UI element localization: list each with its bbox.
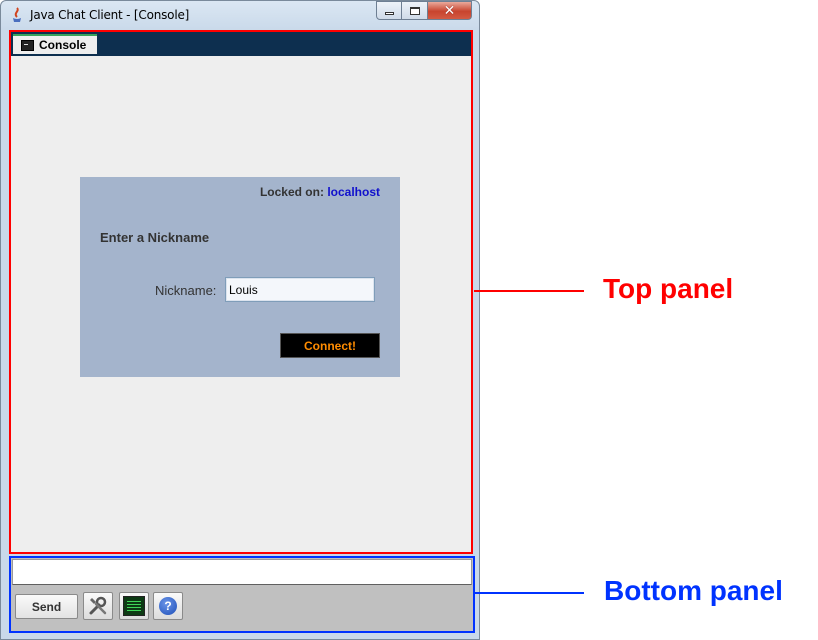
tab-console-label: Console: [39, 38, 87, 52]
minimize-icon: [384, 12, 394, 15]
close-icon: ✕: [443, 2, 456, 19]
top-panel-pointer-line: [474, 290, 584, 292]
tab-console[interactable]: Console: [13, 34, 97, 54]
nickname-input[interactable]: [225, 277, 375, 302]
bottom-panel-pointer-line: [474, 592, 584, 594]
send-button[interactable]: Send: [15, 594, 78, 619]
tools-icon: [89, 596, 107, 615]
nickname-label: Nickname:: [155, 283, 217, 298]
connect-button[interactable]: Connect!: [280, 333, 380, 358]
help-button[interactable]: ?: [153, 592, 183, 620]
title-bar[interactable]: Java Chat Client - [Console] ✕: [1, 1, 479, 29]
top-panel: Console Locked on: localhost Enter a Nic…: [9, 30, 473, 554]
locked-on-text: Locked on: localhost: [260, 185, 380, 199]
settings-button[interactable]: [83, 592, 113, 620]
close-button[interactable]: ✕: [428, 1, 472, 20]
maximize-button[interactable]: [402, 1, 428, 20]
window-controls: ✕: [376, 1, 472, 20]
console-button[interactable]: [119, 592, 149, 620]
nickname-heading: Enter a Nickname: [100, 230, 210, 245]
locked-on-label: Locked on:: [259, 185, 324, 199]
help-icon: ?: [159, 597, 177, 615]
login-card: Locked on: localhost Enter a Nickname Ni…: [80, 177, 400, 377]
message-input[interactable]: [12, 559, 472, 585]
console-content: Locked on: localhost Enter a Nickname Ni…: [11, 56, 471, 552]
bottom-panel: Send ?: [9, 556, 475, 633]
window-title: Java Chat Client - [Console]: [30, 8, 190, 22]
bottom-panel-annotation: Bottom panel: [604, 575, 783, 606]
console-icon: [21, 39, 34, 51]
java-app-icon: [13, 7, 21, 22]
maximize-icon: [409, 6, 420, 15]
app-window: Java Chat Client - [Console] ✕ Console L…: [0, 0, 480, 640]
tab-strip: Console: [11, 32, 471, 54]
top-panel-annotation: Top panel: [603, 273, 734, 304]
minimize-button[interactable]: [376, 1, 402, 20]
console-icon: [123, 596, 145, 616]
locked-host: localhost: [327, 185, 380, 199]
